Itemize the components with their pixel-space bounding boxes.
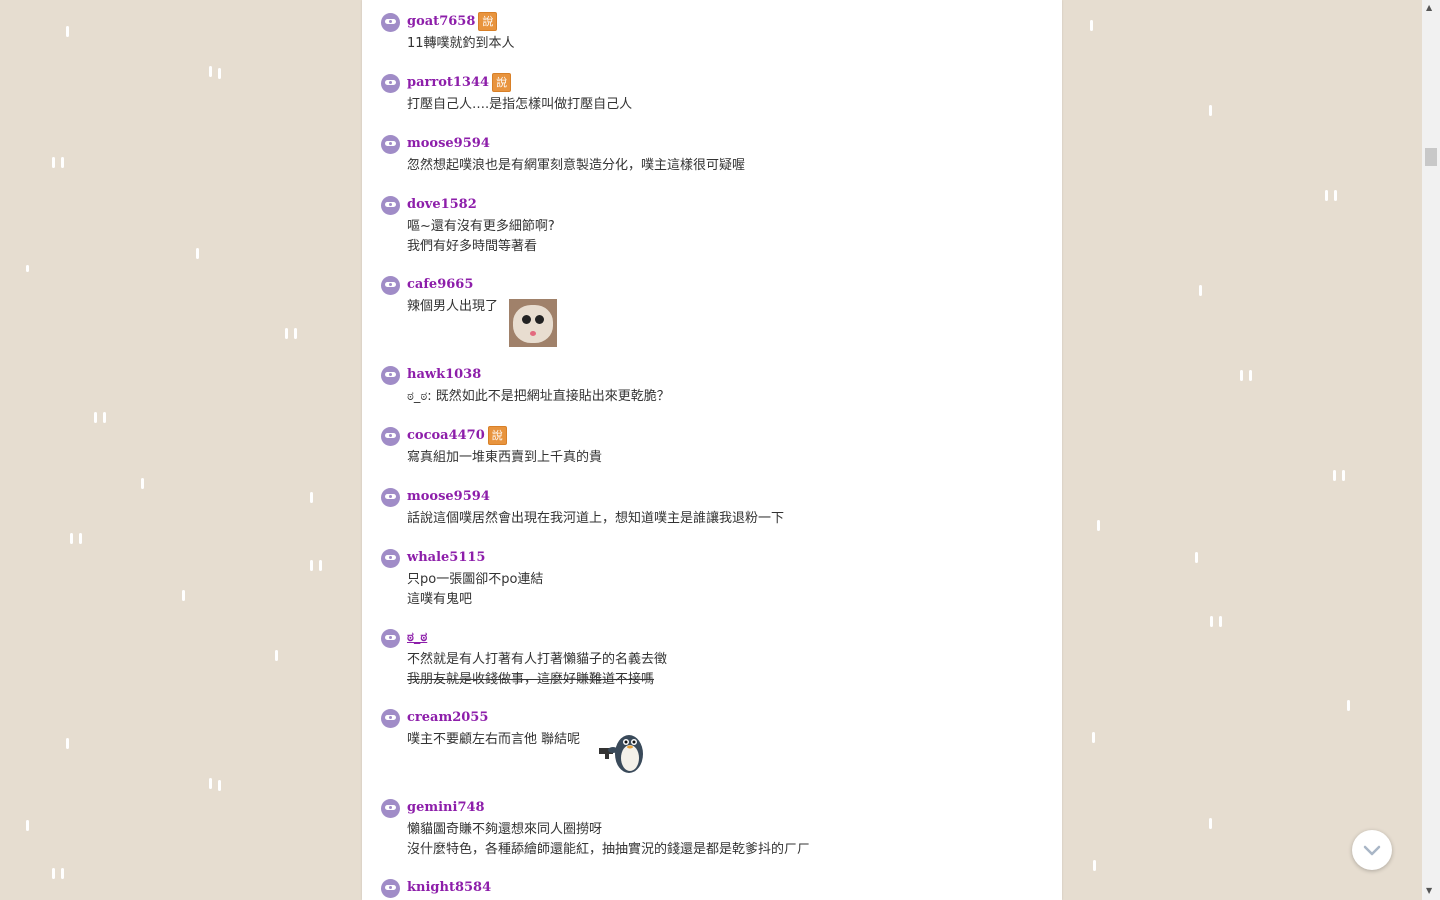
scrollbar[interactable] (1422, 0, 1440, 900)
say-badge: 說 (487, 426, 507, 445)
response-text: 忽然想起噗浪也是有網軍刻意製造分化，噗主這樣很可疑喔 (407, 158, 746, 173)
scrollbar-thumb[interactable] (1425, 148, 1437, 166)
mask-avatar-icon[interactable] (381, 629, 400, 648)
mask-avatar-icon[interactable] (381, 135, 400, 154)
mask-avatar-icon[interactable] (381, 709, 400, 728)
mask-avatar-icon[interactable] (381, 549, 400, 568)
mask-avatar-icon[interactable] (381, 427, 400, 446)
mask-avatar-icon[interactable] (381, 276, 400, 295)
response-username[interactable]: hawk1038 (407, 366, 481, 384)
response-username[interactable]: parrot1344 說 (407, 73, 512, 92)
strikethrough-text: 我朋友就是收錢做事，這麼好賺難道不接嗎 (407, 672, 655, 687)
response-username[interactable]: moose9594 (407, 135, 490, 153)
scroll-down-arrow[interactable]: ▼ (1426, 887, 1432, 895)
response-text: 噗主不要顧左右而言他 聯結呢 (407, 732, 581, 747)
surprised-cat-sticker[interactable] (509, 299, 557, 347)
response-username[interactable]: whale5115 (407, 549, 485, 567)
say-badge: 說 (478, 12, 498, 31)
mask-avatar-icon[interactable] (381, 74, 400, 93)
response-username[interactable]: dove1582 (407, 196, 477, 214)
scroll-down-button[interactable] (1352, 830, 1392, 870)
response-text: 打壓自己人….是指怎樣叫做打壓自己人 (407, 97, 633, 112)
response-username[interactable]: gemini748 (407, 799, 485, 817)
response-username[interactable]: cafe9665 (407, 276, 473, 294)
chevron-down-icon (1363, 845, 1381, 856)
response-text: 11轉噗就釣到本人 (407, 36, 515, 51)
mask-avatar-icon[interactable] (381, 799, 400, 818)
response-username[interactable]: cocoa4470 說 (407, 426, 507, 445)
response-username[interactable]: ಠ_ಠ (407, 629, 427, 647)
response-text: 話說這個噗居然會出現在我河道上，想知道噗主是誰讓我退粉一下 (407, 511, 785, 526)
scroll-up-arrow[interactable]: ▲ (1426, 4, 1432, 12)
response-text: 只po一張圖卻不po連結 這噗有鬼吧 (407, 572, 544, 607)
response-text: 寫真組加一堆東西賣到上千真的貴 (407, 450, 603, 465)
mask-avatar-icon[interactable] (381, 879, 400, 898)
response-text: 辣個男人出現了 (407, 299, 499, 314)
say-badge: 說 (492, 73, 512, 92)
response-list: goat7658 說 11轉噗就釣到本人 parrot1344 說 打壓自己人….是… (362, 0, 1062, 900)
mask-avatar-icon[interactable] (381, 196, 400, 215)
response-text: 不然就是有人打著有人打著懶貓子的名義去徵 我朋友就是收錢做事，這麼好賺難道不接嗎 (407, 650, 1047, 690)
response-text: 懶貓圖奇賺不夠還想來同人圈撈呀 沒什麼特色，各種舔繪師還能紅，抽抽實況的錢還是都是… (407, 822, 811, 857)
mask-avatar-icon[interactable] (381, 488, 400, 507)
response-text: 嘔~還有沒有更多細節啊? 我們有好多時間等著看 (407, 219, 555, 254)
mask-avatar-icon[interactable] (381, 13, 400, 32)
response-username[interactable]: cream2055 (407, 709, 488, 727)
response-username[interactable]: knight8584 (407, 879, 491, 897)
response-text: ಠ_ಠ: 既然如此不是把網址直接貼出來更乾脆？ (407, 389, 670, 404)
mask-avatar-icon[interactable] (381, 366, 400, 385)
penguin-gun-sticker[interactable] (597, 724, 649, 774)
response-username[interactable]: moose9594 (407, 488, 490, 506)
response-username[interactable]: goat7658 說 (407, 12, 498, 31)
